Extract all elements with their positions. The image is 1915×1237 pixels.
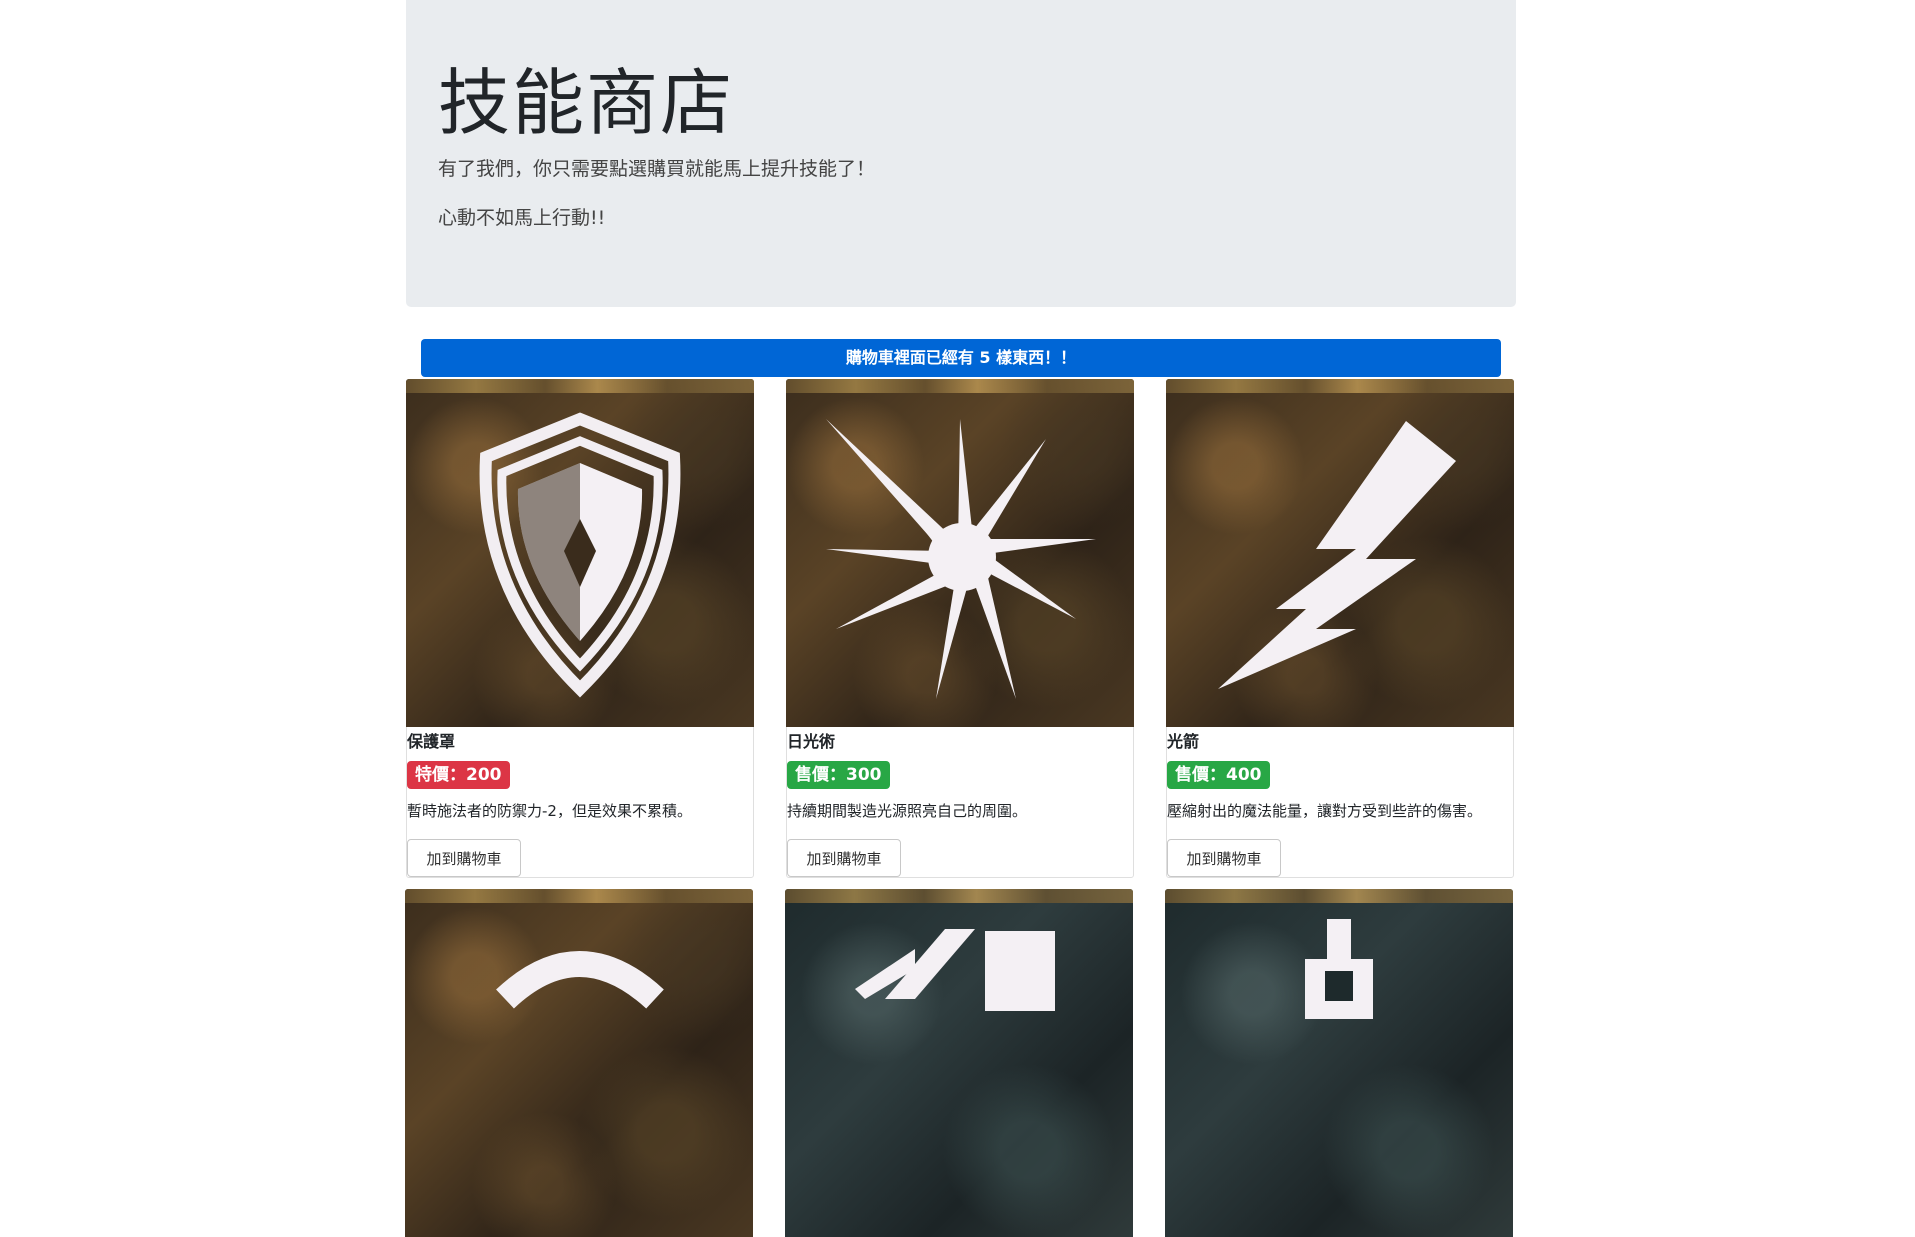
skill-icon (1305, 919, 1373, 1019)
price-badge: 售價：400 (1167, 761, 1270, 789)
page-container: 技能商店 有了我們，你只需要點選購買就能馬上提升技能了！ 心動不如馬上行動!! … (405, 0, 1516, 1237)
page-title: 技能商店 (438, 61, 735, 145)
add-to-cart-button[interactable]: 加到購物車 (407, 839, 521, 877)
product-description: 暫時施法者的防禦力-2，但是效果不累積。 (407, 802, 692, 820)
skill-icon (855, 929, 1055, 1011)
skill-icon (496, 951, 664, 1009)
product-name: 日光術 (787, 732, 836, 751)
product-description: 壓縮射出的魔法能量，讓對方受到些許的傷害。 (1167, 802, 1483, 820)
product-image (406, 379, 754, 727)
product-name: 光箭 (1167, 732, 1200, 751)
product-card: 日光術 售價：300 持續期間製造光源照亮自己的周圍。 加到購物車 (786, 379, 1134, 878)
product-card: 光箭 售價：400 壓縮射出的魔法能量，讓對方受到些許的傷害。 加到購物車 (1166, 379, 1514, 878)
product-image (785, 889, 1133, 1237)
product-description: 持續期間製造光源照亮自己的周圍。 (787, 802, 1028, 820)
product-image (405, 889, 753, 1237)
product-card (1165, 889, 1514, 1237)
lead-text: 有了我們，你只需要點選購買就能馬上提升技能了！ (438, 158, 876, 181)
light-burst-icon (826, 419, 1096, 699)
product-name: 保護罩 (407, 732, 456, 751)
add-to-cart-button[interactable]: 加到購物車 (1167, 839, 1281, 877)
product-card: 保護罩 特價：200 暫時施法者的防禦力-2，但是效果不累積。 加到購物車 (406, 379, 754, 878)
cart-alert: 購物車裡面已經有 5 樣東西！！ (421, 339, 1501, 377)
product-image (1166, 379, 1514, 727)
price-badge: 特價：200 (407, 761, 510, 789)
product-image (786, 379, 1134, 727)
jumbotron: 技能商店 有了我們，你只需要點選購買就能馬上提升技能了！ 心動不如馬上行動!! (406, 0, 1516, 307)
product-card (785, 889, 1134, 1237)
call-to-action-text: 心動不如馬上行動!! (438, 207, 606, 230)
price-badge: 售價：300 (787, 761, 890, 789)
shield-icon (479, 412, 681, 698)
add-to-cart-button[interactable]: 加到購物車 (787, 839, 901, 877)
lightning-bolt-icon (1218, 421, 1456, 689)
product-image (1165, 889, 1513, 1237)
product-card (405, 889, 754, 1237)
